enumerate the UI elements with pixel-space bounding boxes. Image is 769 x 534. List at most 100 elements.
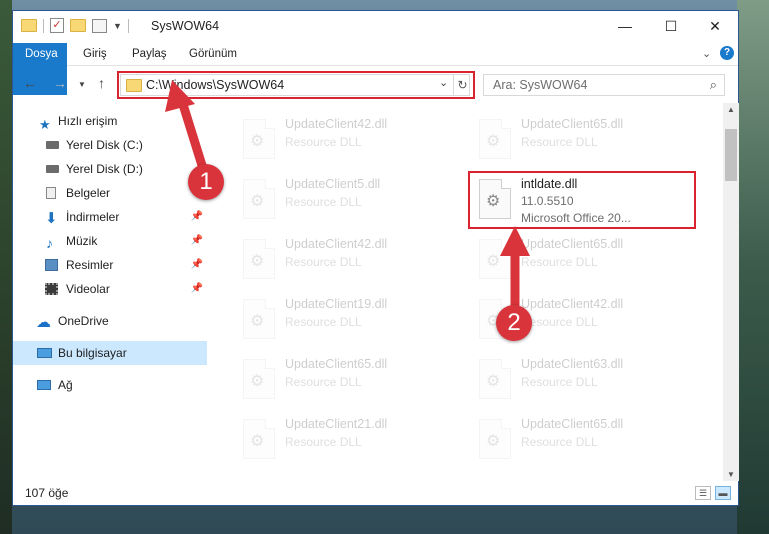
file-item[interactable]: ⚙ UpdateClient65.dll Resource DLL [469,113,699,165]
file-description: Resource DLL [285,195,362,209]
quick-access-toolbar: ✓ ▼ [21,18,129,33]
close-button[interactable]: ✕ [692,11,738,41]
sidebar-item-label: Yerel Disk (D:) [66,162,143,176]
sidebar-item-label: Videolar [66,282,110,296]
tab-share[interactable]: Paylaş [124,43,175,65]
sidebar-item-quick-access[interactable]: ★ Hızlı erişim [13,109,207,133]
recent-locations-chevron-icon[interactable]: ▼ [78,80,86,89]
file-name: UpdateClient65.dll [521,237,624,251]
sidebar-item-label: Belgeler [66,186,111,200]
file-item[interactable]: ⚙ UpdateClient42.dll Resource DLL [233,113,463,165]
help-icon[interactable]: ? [720,46,734,60]
pin-icon[interactable]: 📌 [191,253,203,277]
file-item[interactable]: ⚙ UpdateClient65.dll Resource DLL [233,353,463,405]
dll-file-icon: ⚙ [479,239,511,279]
sidebar-item-onedrive[interactable]: ☁ OneDrive [13,309,207,333]
file-name: UpdateClient19.dll [285,297,388,311]
file-name: UpdateClient42.dll [285,117,388,131]
pin-icon[interactable]: 📌 [191,229,203,253]
customize-toolbar-icon[interactable] [92,18,107,33]
cloud-icon: ☁ [36,314,51,331]
gear-icon: ⚙ [250,433,265,450]
sidebar-item-pictures[interactable]: Resimler 📌 [13,253,207,277]
file-name: UpdateClient65.dll [285,357,388,371]
folder-icon[interactable] [21,19,37,32]
sidebar-item-local-disk-c[interactable]: Yerel Disk (C:) [13,133,207,157]
pin-icon[interactable]: 📌 [191,205,203,229]
new-folder-icon[interactable] [70,19,86,32]
file-name: UpdateClient65.dll [521,417,624,431]
large-icons-view-icon[interactable]: ▬ [715,486,731,500]
file-description: Resource DLL [285,315,362,329]
star-icon: ★ [39,117,51,132]
window-title: SysWOW64 [151,19,220,33]
file-description: Resource DLL [285,375,362,389]
sidebar-item-documents[interactable]: Belgeler [13,181,207,205]
sidebar-item-label: Müzik [66,234,98,248]
item-count: 107 öğe [25,486,69,500]
address-highlight-box [117,71,475,99]
desktop-background-right [737,0,769,534]
file-item[interactable]: ⚙ UpdateClient21.dll Resource DLL [233,413,463,465]
file-description: Resource DLL [285,435,362,449]
step-2-badge: 2 [496,305,532,341]
maximize-button[interactable]: ☐ [648,11,694,41]
sidebar-item-videos[interactable]: Videolar 📌 [13,277,207,301]
drive-icon [46,165,59,173]
music-icon: ♪ [46,235,53,251]
navigation-bar: ← → ▼ ↑ C:\Windows\SysWOW64 ⌄ ↻ Ara: Sys… [13,67,738,103]
details-view-icon[interactable]: ☰ [695,486,711,500]
vertical-scrollbar[interactable]: ▲ ▼ [723,103,739,481]
drive-icon [46,141,59,149]
gear-icon: ⚙ [250,193,265,210]
gear-icon: ⚙ [250,133,265,150]
up-arrow-icon[interactable]: ↑ [98,75,105,91]
gear-icon: ⚙ [250,313,265,330]
title-bar: ✓ ▼ SysWOW64 — ☐ ✕ [13,11,738,43]
dll-file-icon: ⚙ [243,179,275,219]
file-description: Resource DLL [521,375,598,389]
sidebar-item-network[interactable]: Ağ [13,373,207,397]
dll-file-icon: ⚙ [243,119,275,159]
ribbon-tabs: Dosya Giriş Paylaş Görünüm ⌄ ? [13,43,738,95]
pictures-icon [45,259,58,271]
forward-arrow-icon[interactable]: → [53,75,67,91]
sidebar-item-music[interactable]: ♪ Müzik 📌 [13,229,207,253]
file-item[interactable]: ⚙ UpdateClient5.dll Resource DLL [233,173,463,225]
search-placeholder[interactable]: Ara: SysWOW64 [493,78,587,92]
status-bar: 107 öğe ☰ ▬ [13,481,738,505]
scrollbar-thumb[interactable] [725,129,737,181]
properties-check-icon[interactable]: ✓ [50,18,64,33]
file-item[interactable]: ⚙ UpdateClient65.dll Resource DLL [469,233,699,285]
tab-home[interactable]: Giriş [75,43,115,65]
file-item[interactable]: ⚙ UpdateClient63.dll Resource DLL [469,353,699,405]
video-icon [45,283,58,295]
file-name: UpdateClient65.dll [521,117,624,131]
search-input[interactable]: Ara: SysWOW64 ⌕ [483,74,725,96]
sidebar-item-label: Hızlı erişim [58,114,118,128]
sidebar-item-label: Ağ [58,378,73,392]
file-description: Resource DLL [521,255,598,269]
file-item[interactable]: ⚙ UpdateClient65.dll Resource DLL [469,413,699,465]
file-item[interactable]: ⚙ UpdateClient19.dll Resource DLL [233,293,463,345]
expand-ribbon-chevron-icon[interactable]: ⌄ [702,47,711,60]
scroll-down-arrow-icon[interactable]: ▼ [727,470,735,479]
sidebar-item-label: Resimler [66,258,114,272]
sidebar-item-local-disk-d[interactable]: Yerel Disk (D:) [13,157,207,181]
file-name: UpdateClient63.dll [521,357,624,371]
file-description: Resource DLL [285,135,362,149]
sidebar-item-downloads[interactable]: ⬇ İndirmeler 📌 [13,205,207,229]
file-item[interactable]: ⚙ UpdateClient42.dll Resource DLL [233,233,463,285]
sidebar-item-this-pc[interactable]: Bu bilgisayar [13,341,207,365]
scroll-up-arrow-icon[interactable]: ▲ [727,105,735,114]
back-arrow-icon[interactable]: ← [23,75,37,91]
navigation-pane: ★ Hızlı erişim Yerel Disk (C:) Yerel Dis… [13,107,207,477]
dll-file-icon: ⚙ [479,119,511,159]
file-explorer-window: ✓ ▼ SysWOW64 — ☐ ✕ Dosya Giriş Paylaş Gö… [12,10,739,506]
chevron-down-icon[interactable]: ▼ [113,21,122,31]
minimize-button[interactable]: — [602,11,648,41]
file-name: UpdateClient5.dll [285,177,381,191]
tab-view[interactable]: Görünüm [181,43,245,65]
pin-icon[interactable]: 📌 [191,277,203,301]
search-icon[interactable]: ⌕ [710,77,717,93]
